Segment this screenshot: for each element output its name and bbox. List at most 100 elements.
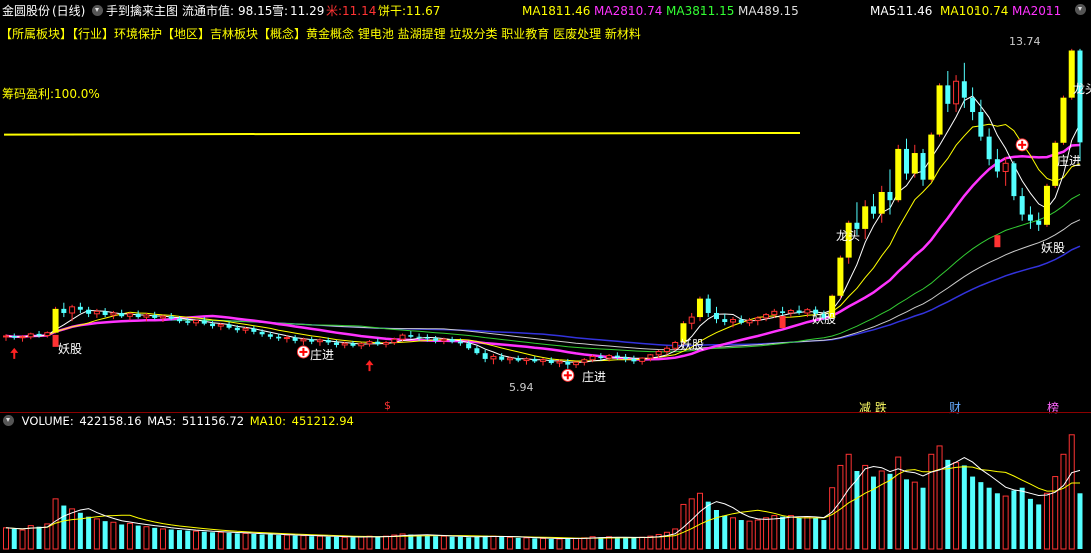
candle-body (565, 361, 571, 365)
candle (986, 128, 992, 166)
candle (1043, 183, 1050, 227)
settings-dropdown-icon[interactable] (1075, 4, 1086, 15)
volume-bar (36, 526, 42, 549)
candle-body (316, 339, 323, 343)
jian-die-mark[interactable]: 减 跌 (859, 399, 887, 416)
volume-bar (69, 508, 76, 550)
volume-bar (887, 473, 893, 549)
candle-body (787, 310, 794, 314)
candle-body (523, 358, 530, 362)
volume-bar (895, 456, 902, 550)
candle (474, 345, 480, 355)
candle-body (1002, 162, 1009, 172)
candle-body (185, 321, 191, 323)
candle-body (548, 359, 554, 364)
volume-bar (309, 536, 315, 549)
ma28-label: MA28: (594, 4, 632, 18)
volume-bar (970, 476, 976, 549)
volume-bar (1068, 434, 1075, 550)
candle-body (920, 153, 926, 180)
candle (870, 194, 876, 219)
candle (309, 336, 315, 345)
candle (86, 306, 92, 318)
volume-bar (978, 482, 984, 549)
volume-bar (631, 537, 637, 549)
volume-bar (300, 535, 307, 550)
volume-bar (1027, 498, 1033, 549)
volume-bars (3, 434, 1083, 550)
volume-bar (796, 517, 802, 549)
ma48-value: 9.15 (772, 4, 799, 18)
candle (1019, 187, 1025, 221)
volume-bar (515, 537, 521, 549)
candle-body (27, 333, 34, 338)
candle-body (556, 360, 563, 364)
formula-name[interactable]: 手到擒来主图 (106, 4, 178, 18)
candle (688, 312, 695, 330)
candle-body (93, 310, 100, 315)
volume-ma-lines (5, 457, 1081, 539)
volume-chart[interactable] (0, 428, 1091, 552)
candle (93, 308, 100, 318)
candle-body (36, 333, 42, 336)
dollar-mark[interactable]: $ (384, 399, 391, 412)
limit-up-candle-body (911, 153, 918, 174)
candle (366, 340, 373, 347)
bang-mark[interactable]: 榜 (1047, 399, 1059, 416)
candle-body (490, 355, 497, 360)
candle (713, 306, 719, 324)
volume-bar (945, 459, 951, 549)
candle (581, 358, 588, 366)
candle-body (242, 328, 249, 331)
price-chart[interactable] (0, 20, 1091, 400)
stock-name[interactable]: 金圆股份 (2, 4, 50, 18)
cai-mark[interactable]: 财 (949, 399, 961, 416)
period-label[interactable]: (日线) (52, 4, 85, 18)
limit-up-candle-body (878, 191, 885, 214)
candle-body (251, 328, 257, 332)
panel-divider[interactable] (0, 412, 1091, 413)
candle-body (796, 310, 802, 313)
candle (102, 308, 108, 318)
volume-bar (904, 479, 910, 549)
volume-bar (722, 515, 728, 549)
volume-bar (283, 534, 290, 550)
moving-average-lines (3, 95, 1081, 363)
volume-bar (193, 530, 200, 550)
candle-body (341, 342, 348, 346)
candle-body (606, 355, 613, 359)
volume-bar (1052, 476, 1059, 550)
candle-body (276, 336, 282, 339)
candle (573, 361, 580, 368)
volume-bar (143, 526, 150, 550)
candle (540, 358, 546, 366)
ma5-line (5, 95, 1081, 363)
candle (1002, 157, 1009, 186)
candle-body (482, 353, 488, 359)
candle-body (168, 316, 174, 319)
formula-dropdown-icon[interactable] (92, 5, 103, 16)
mi-label: 米: (326, 4, 343, 18)
volume-bar (3, 527, 9, 550)
candle-body (193, 319, 200, 324)
candle (532, 356, 538, 364)
candle-body (970, 97, 976, 113)
volume-bar (135, 525, 141, 549)
volume-bar (102, 521, 108, 549)
candle-body (515, 358, 521, 361)
candle-body (226, 324, 232, 328)
candle (920, 148, 926, 186)
volume-bar (457, 536, 463, 549)
candle-body (300, 338, 307, 342)
volume-bar (994, 493, 1000, 549)
volume-bar (713, 510, 719, 549)
candle (126, 312, 133, 321)
volume-bar (688, 498, 695, 550)
ma5-value: 11.46 (898, 4, 933, 18)
volume-dropdown-icon[interactable] (3, 415, 14, 426)
volume-bar (292, 535, 298, 549)
candle-body (383, 342, 390, 345)
candle (631, 355, 637, 364)
ma-long-line (5, 245, 1081, 347)
volume-bar (466, 537, 472, 549)
